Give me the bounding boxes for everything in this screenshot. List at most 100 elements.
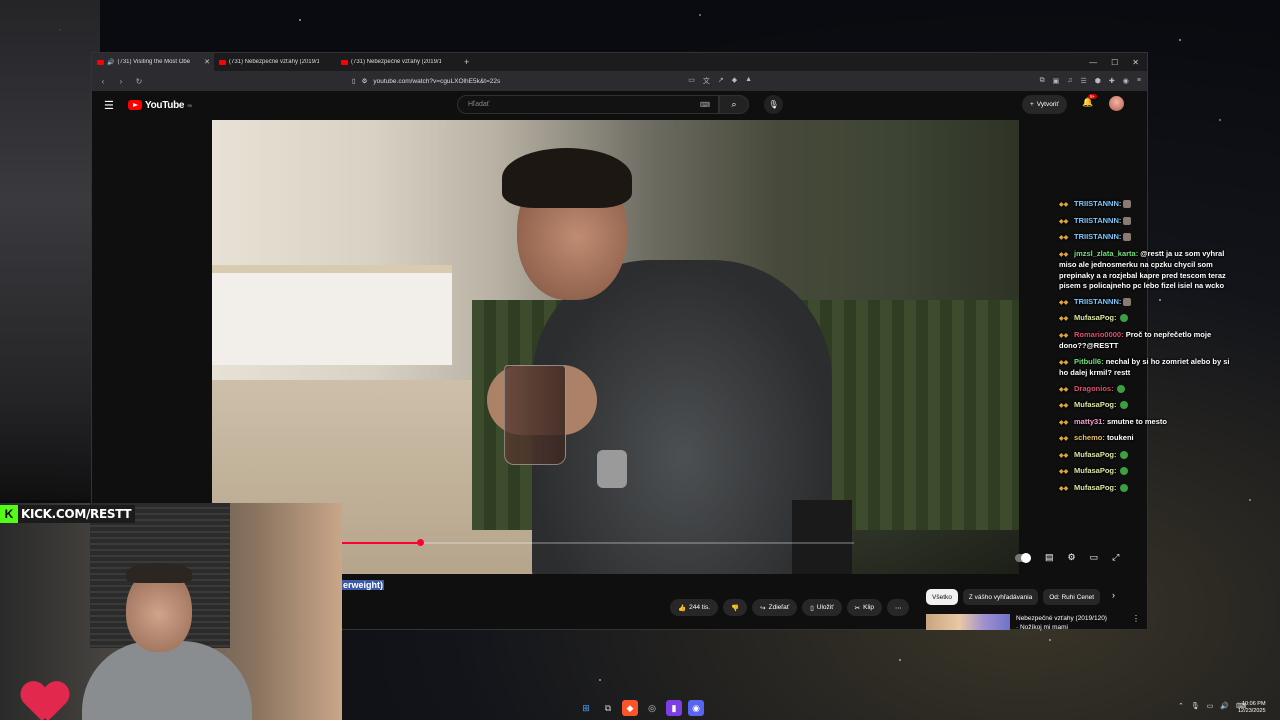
notifications-button[interactable]: 🔔 9+ — [1082, 94, 1098, 108]
url-text: youtube.com/watch?v=cguLXOlhE5k&t=22s — [373, 77, 501, 85]
puzzle-icon[interactable]: ✚ — [1109, 77, 1115, 85]
reading-list-icon[interactable]: ☰ — [1081, 77, 1087, 85]
chat-badge-icon: ◆◆ — [1059, 235, 1069, 241]
chat-username[interactable]: MufasaPog: — [1074, 400, 1117, 409]
maximize-icon[interactable]: ☐ — [1111, 58, 1118, 67]
recommended-title[interactable]: Nebezpečné vzťahy (2019/120) · Nožíkoj m… — [1016, 614, 1126, 632]
share-button[interactable]: ↪ Zdieľať — [752, 599, 798, 616]
youtube-play-icon — [128, 100, 142, 110]
tab-2[interactable]: (731) Nebezpečné vzťahy (2019/120 — [214, 53, 336, 71]
progress-scrubber[interactable] — [417, 539, 424, 546]
pepe-emote-icon — [1116, 384, 1125, 393]
profile-icon[interactable]: ◉ — [1123, 77, 1129, 85]
chat-username[interactable]: MufasaPog: — [1074, 466, 1117, 475]
chip-from-channel[interactable]: Od: Ruhi Cenet — [1043, 589, 1101, 605]
hamburger-menu-icon[interactable]: ☰ — [104, 99, 122, 112]
fullscreen-icon[interactable]: ⤢ — [1112, 552, 1119, 563]
like-button[interactable]: 👍 244 tis. — [670, 599, 719, 616]
taskbar-clock[interactable]: 10:06 PM 12/23/2025 — [1238, 701, 1266, 715]
chip-all[interactable]: Všetko — [926, 589, 958, 605]
rewards-icon[interactable]: ▲ — [745, 76, 752, 86]
chat-username[interactable]: MufasaPog: — [1074, 313, 1117, 322]
clip-button[interactable]: ✂ Klip — [846, 599, 882, 616]
dislike-button[interactable]: 👎 — [723, 599, 748, 616]
brave-shield-icon[interactable]: ◆ — [732, 76, 737, 86]
save-button[interactable]: ▯ Uložiť — [802, 599, 842, 616]
url-field[interactable]: ▯ ⚙ youtube.com/watch?v=cguLXOlhE5k&t=22… — [352, 77, 501, 86]
menu-icon[interactable]: ≡ — [1137, 77, 1141, 85]
bookmark-icon[interactable]: ▯ — [352, 77, 356, 85]
search-placeholder: Hľadať — [468, 101, 490, 108]
speaker-icon[interactable]: 🔊 — [107, 59, 114, 66]
share-arrow-icon: ↪ — [760, 604, 766, 612]
extensions-icon[interactable]: ⧉ — [1040, 77, 1045, 85]
search-input[interactable]: Hľadať ⌨ — [457, 95, 719, 114]
subtitles-icon[interactable]: ▤ — [1045, 552, 1054, 563]
pepe-emote-icon — [1119, 401, 1128, 410]
forward-icon[interactable]: › — [116, 77, 126, 86]
vpn-icon[interactable]: ⬢ — [1095, 77, 1101, 85]
chat-badge-icon: ◆◆ — [1059, 403, 1069, 409]
chat-username[interactable]: MufasaPog: — [1074, 450, 1117, 459]
close-window-icon[interactable]: ✕ — [1132, 58, 1139, 67]
chat-username[interactable]: TRIISTANNN: — [1074, 297, 1121, 306]
chat-username[interactable]: Pitbull6: — [1074, 357, 1104, 366]
more-actions-button[interactable]: ⋯ — [886, 599, 910, 616]
stream-chat: ◆◆ TRIISTANNN: ◆◆ TRIISTANNN: ◆◆ TRIISTANNN: ◆… — [1059, 199, 1239, 499]
share-icon[interactable]: ↗ — [718, 76, 724, 86]
back-icon[interactable]: ‹ — [98, 77, 108, 86]
translate-icon[interactable]: 文 — [703, 76, 710, 86]
mic-tray-icon[interactable]: 🎙 — [1191, 702, 1200, 710]
pip-icon[interactable]: ▭ — [688, 76, 695, 86]
face-emote-icon — [1123, 200, 1132, 209]
face-emote-icon — [1123, 297, 1132, 306]
search-button[interactable]: ⌕ — [719, 95, 749, 114]
obs-icon[interactable]: ◎ — [644, 700, 660, 716]
tray-chevron-icon[interactable]: ⌃ — [1178, 702, 1184, 710]
chat-username[interactable]: Dragonios: — [1074, 384, 1114, 393]
chevron-right-icon[interactable]: › — [1112, 590, 1115, 600]
playlist-icon[interactable]: ♫ — [1067, 77, 1072, 85]
site-info-icon[interactable]: ⚙ — [362, 77, 368, 85]
create-button[interactable]: + Vytvoriť — [1022, 95, 1067, 114]
new-tab-button[interactable]: + — [458, 57, 475, 67]
more-vert-icon[interactable]: ⋮ — [1132, 614, 1140, 632]
tab-1[interactable]: 🔊 (731) Visiting the Most Obe ✕ — [92, 53, 214, 71]
background-cloud — [0, 0, 100, 500]
chip-from-search[interactable]: Z vášho vyhľadávania — [962, 589, 1039, 605]
twitch-icon[interactable]: ▮ — [666, 700, 682, 716]
youtube-logo[interactable]: YouTube SK — [128, 100, 192, 111]
voice-search-button[interactable]: 🎙 — [764, 95, 783, 114]
tab-3[interactable]: (731) Nebezpečné vzťahy (2019/12 — [336, 53, 458, 71]
chat-username[interactable]: TRIISTANNN: — [1074, 199, 1121, 208]
reload-icon[interactable]: ↻ — [134, 77, 144, 86]
minimize-icon[interactable]: — — [1089, 58, 1097, 67]
chat-username[interactable]: jmzsl_zlata_karta: — [1074, 249, 1138, 258]
window-controls: — ☐ ✕ — [1089, 58, 1147, 67]
keyboard-icon[interactable]: ⌨ — [700, 101, 710, 109]
close-tab-icon[interactable]: ✕ — [204, 58, 210, 66]
chat-username[interactable]: TRIISTANNN: — [1074, 216, 1121, 225]
recommended-video[interactable]: Nebezpečné vzťahy (2019/120) · Nožíkoj m… — [926, 614, 1140, 632]
video-title: erweight) — [342, 580, 385, 590]
chat-username[interactable]: schemo: — [1074, 433, 1105, 442]
wallet-icon[interactable]: ▣ — [1053, 77, 1060, 85]
chat-username[interactable]: Romario0000: — [1074, 330, 1124, 339]
clip-label: Klip — [863, 604, 874, 611]
settings-gear-icon[interactable]: ⚙ — [1068, 552, 1076, 563]
chat-badge-icon: ◆◆ — [1059, 332, 1069, 339]
brave-browser-icon[interactable]: ◆ — [622, 700, 638, 716]
chat-username[interactable]: matty31: — [1074, 417, 1105, 426]
chat-message: ◆◆ MufasaPog: — [1059, 450, 1239, 462]
chat-username[interactable]: TRIISTANNN: — [1074, 232, 1121, 241]
discord-icon[interactable]: ◉ — [688, 700, 704, 716]
task-view-icon[interactable]: ⧉ — [600, 700, 616, 716]
theater-mode-icon[interactable]: ▭ — [1090, 552, 1099, 563]
account-avatar[interactable] — [1109, 96, 1124, 111]
windows-start-icon[interactable]: ⊞ — [578, 700, 594, 716]
chat-username[interactable]: MufasaPog: — [1074, 483, 1117, 492]
network-icon[interactable]: ▭ — [1207, 702, 1214, 710]
recommended-thumbnail[interactable] — [926, 614, 1010, 630]
volume-icon[interactable]: 🔊 — [1220, 702, 1229, 710]
autoplay-toggle[interactable] — [1015, 553, 1031, 563]
